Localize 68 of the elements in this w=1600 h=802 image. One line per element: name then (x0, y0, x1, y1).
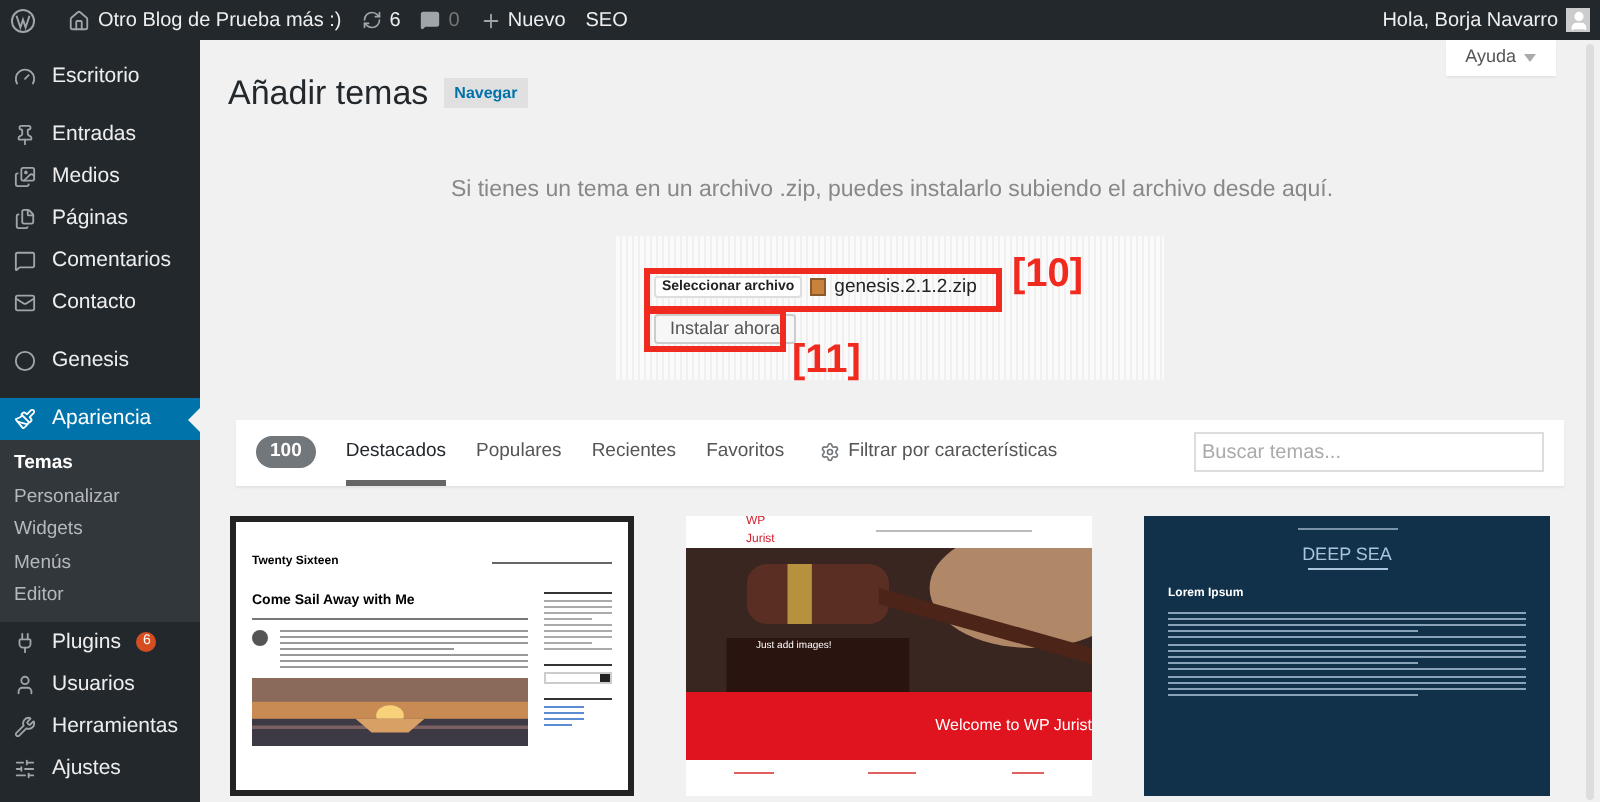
welcome-heading: Welcome to WP Jurist (935, 713, 1092, 738)
body-text-lines (544, 705, 584, 726)
annotation-label: [11] (792, 339, 861, 380)
comment-icon[interactable] (420, 10, 441, 30)
body-text-lines (1307, 568, 1387, 571)
filter-tab[interactable]: Populares (476, 419, 562, 486)
filter-tab[interactable]: Recientes (591, 419, 677, 486)
archive-file-icon (810, 278, 827, 297)
submenu-item[interactable]: Menús (0, 547, 200, 581)
body-text-lines (733, 771, 774, 774)
search-field (544, 671, 612, 684)
brush-icon (14, 408, 36, 430)
sidebar-item[interactable]: Contacto (0, 282, 200, 324)
help-tab[interactable]: Ayuda (1445, 40, 1556, 76)
sidebar-item[interactable]: Entradas (0, 114, 200, 156)
mail-icon (14, 292, 36, 314)
body-text-lines (1297, 527, 1397, 530)
plug-icon (14, 631, 36, 654)
author-avatar-icon (252, 630, 268, 647)
sliders-icon (14, 757, 36, 780)
sidebar-item[interactable]: Ajustes (0, 747, 200, 790)
sidebar-item[interactable]: Apariencia (0, 398, 200, 440)
settings-icon (820, 442, 841, 463)
annotation-label: [10] (1012, 253, 1084, 294)
wrench-icon (14, 715, 36, 738)
search-field[interactable]: Buscar temas... (1194, 432, 1544, 473)
install-button[interactable]: Instalar ahora (654, 314, 797, 344)
theme-count: 100 (256, 436, 316, 469)
file-name: genesis.2.1.2.zip (834, 273, 977, 302)
comment-icon (14, 250, 36, 272)
submenu-item[interactable]: Editor (0, 580, 200, 614)
pin-icon (14, 124, 36, 146)
dashboard-icon (14, 66, 36, 88)
new-menu[interactable]: Nuevo (507, 5, 566, 35)
site-title-link[interactable]: Otro Blog de Prueba más :) (98, 5, 342, 35)
browse-button[interactable]: Navegar (444, 78, 528, 109)
plus-icon[interactable] (479, 9, 502, 31)
sidebar-item[interactable]: Genesis (0, 340, 200, 382)
filter-tab[interactable]: Destacados (345, 419, 447, 486)
sidebar-item[interactable]: Comentarios (0, 240, 200, 282)
pages-icon (14, 208, 36, 230)
user-icon (14, 673, 36, 696)
user-greeting[interactable]: Hola, Borja Navarro (1382, 5, 1558, 35)
sidebar-item[interactable]: Medios (0, 156, 200, 198)
body-text-lines (1012, 771, 1045, 774)
home-icon[interactable] (68, 9, 90, 31)
updates-count[interactable]: 6 (389, 5, 401, 35)
wordpress-logo-icon[interactable] (10, 7, 36, 33)
filter-tab[interactable]: Favoritos (706, 419, 785, 486)
body-text-lines (868, 771, 917, 774)
upload-description: Si tienes un tema en un archivo .zip, puedes instalarlo subiendo el archivo desde aquí. (448, 175, 1336, 205)
site-title: DEEP SEA (1302, 541, 1392, 568)
sidebar-item[interactable]: Herramientas (0, 705, 200, 748)
media-icon (14, 166, 36, 188)
circle-icon (14, 350, 36, 372)
submenu-item[interactable]: Personalizar (0, 481, 200, 515)
sidebar-item[interactable]: Usuarios (0, 663, 200, 706)
sidebar-item[interactable]: Escritorio (0, 56, 200, 98)
body-text-lines (544, 599, 612, 650)
updates-icon[interactable] (361, 10, 382, 30)
seo-menu[interactable]: SEO (585, 5, 628, 35)
body-text-lines (492, 561, 612, 564)
caret-icon (1524, 54, 1536, 62)
page-title: Añadir temas (228, 72, 429, 116)
feature-filter-button[interactable]: Filtrar por características (820, 438, 1058, 467)
submenu-item[interactable]: Temas (0, 448, 200, 482)
sidebar-item[interactable]: Páginas (0, 198, 200, 240)
submenu-item[interactable]: Widgets (0, 514, 200, 548)
